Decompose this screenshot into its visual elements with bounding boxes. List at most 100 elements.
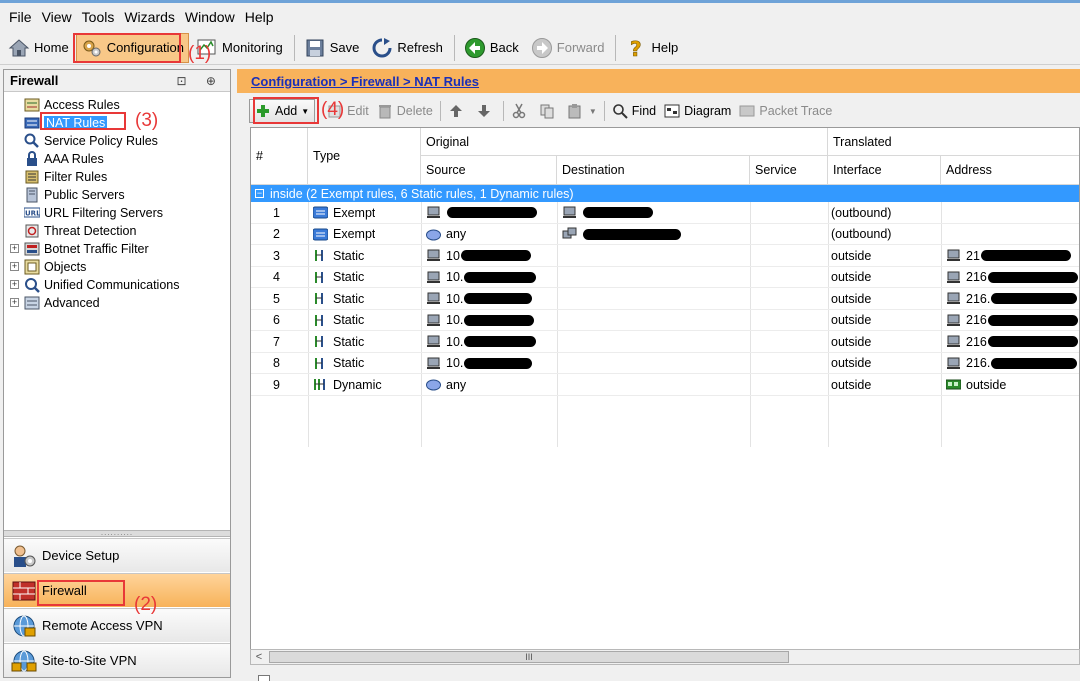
- breadcrumb[interactable]: Configuration > Firewall > NAT Rules: [251, 74, 479, 89]
- save-button[interactable]: Save: [299, 33, 365, 63]
- packet-trace-button[interactable]: Packet Trace: [735, 99, 836, 123]
- annotation-callout-4: (4): [321, 99, 345, 120]
- row-source: 10: [426, 245, 531, 266]
- scroll-thumb[interactable]: III: [269, 651, 789, 663]
- home-label: Home: [34, 40, 69, 55]
- static-nat-icon: [313, 313, 328, 328]
- tree-item-unified-communications[interactable]: Unified Communications: [24, 276, 179, 294]
- table-row[interactable]: 9 Dynamic any outside outside: [251, 374, 1079, 396]
- edit-label: Edit: [347, 104, 369, 118]
- table-row[interactable]: 5 Static 10. outside 216.: [251, 288, 1079, 310]
- annotation-callout-3: (3): [135, 110, 159, 131]
- redacted-text: [583, 228, 681, 240]
- aaa-rules-icon: [24, 151, 40, 167]
- find-button[interactable]: Find: [608, 99, 660, 123]
- tree-expand-botnet[interactable]: +: [10, 244, 19, 253]
- diagram-button[interactable]: Diagram: [660, 99, 735, 123]
- table-row[interactable]: 3 Static 10 outside 21: [251, 245, 1079, 267]
- redacted-text: [464, 314, 535, 326]
- table-row[interactable]: 1 Exempt (outbound): [251, 202, 1079, 224]
- menu-wizards[interactable]: Wizards: [119, 4, 180, 30]
- move-up-button[interactable]: [444, 99, 472, 123]
- copy-button[interactable]: [535, 99, 563, 123]
- refresh-icon: [371, 37, 393, 59]
- col-header-source[interactable]: Source: [421, 156, 557, 185]
- paste-icon: [567, 103, 583, 119]
- tree-item-aaa-rules[interactable]: AAA Rules: [24, 150, 104, 168]
- menu-file[interactable]: File: [4, 4, 37, 30]
- collapse-icon[interactable]: −: [255, 189, 264, 198]
- refresh-button[interactable]: Refresh: [366, 33, 448, 63]
- tree-item-service-policy-rules[interactable]: Service Policy Rules: [24, 132, 158, 150]
- move-down-button[interactable]: [472, 99, 500, 123]
- tree-item-public-servers[interactable]: Public Servers: [24, 186, 125, 204]
- nav-site-to-site-vpn[interactable]: Site-to-Site VPN: [4, 643, 230, 677]
- help-button[interactable]: ? Help: [620, 33, 683, 63]
- horizontal-scrollbar[interactable]: < III: [250, 649, 1080, 665]
- paste-button[interactable]: ▼: [563, 99, 601, 123]
- monitoring-label: Monitoring: [222, 40, 283, 55]
- panel-splitter[interactable]: ..........: [4, 529, 230, 537]
- row-type: Exempt: [313, 202, 375, 223]
- redacted-text: [464, 293, 533, 304]
- cut-button[interactable]: [507, 99, 535, 123]
- delete-button[interactable]: Delete: [373, 99, 437, 123]
- row-source: 10.: [426, 288, 533, 309]
- row-number: 7: [273, 334, 280, 349]
- row-type: Static: [313, 331, 364, 352]
- forward-button[interactable]: Forward: [526, 33, 610, 63]
- arrow-up-icon: [448, 103, 464, 119]
- col-header-number[interactable]: #: [251, 128, 308, 185]
- toolbar-separator: [502, 101, 504, 121]
- tree-item-botnet-traffic-filter[interactable]: Botnet Traffic Filter: [24, 240, 149, 258]
- tree-expand-unified-comm[interactable]: +: [10, 280, 19, 289]
- table-row[interactable]: 7 Static 10. outside 216: [251, 331, 1079, 353]
- menu-help[interactable]: Help: [240, 4, 279, 30]
- redacted-text: [980, 250, 1071, 261]
- tree-item-threat-detection[interactable]: Threat Detection: [24, 222, 136, 240]
- col-header-service[interactable]: Service: [750, 156, 828, 185]
- table-row[interactable]: 6 Static 10. outside 216: [251, 310, 1079, 331]
- table-row[interactable]: 4 Static 10. outside 216: [251, 267, 1079, 288]
- panel-window-controls[interactable]: ⊡ ⊕: [177, 74, 224, 88]
- tree-item-filter-rules[interactable]: Filter Rules: [24, 168, 107, 186]
- table-row[interactable]: 2 Exempt any (outbound): [251, 224, 1079, 245]
- help-label: Help: [651, 40, 679, 55]
- nav-remote-access-vpn[interactable]: Remote Access VPN: [4, 608, 230, 642]
- tree-expand-objects[interactable]: +: [10, 262, 19, 271]
- col-header-address[interactable]: Address: [941, 156, 1079, 185]
- tree-item-url-filtering-servers[interactable]: URL URL Filtering Servers: [24, 204, 163, 222]
- access-rules-icon: [24, 97, 40, 113]
- find-label: Find: [631, 104, 657, 118]
- col-header-destination[interactable]: Destination: [557, 156, 750, 185]
- refresh-label: Refresh: [397, 40, 443, 55]
- table-row[interactable]: 8 Static 10. outside 216.: [251, 353, 1079, 374]
- row-destination: [562, 202, 653, 223]
- col-header-type[interactable]: Type: [308, 128, 421, 185]
- magnifier-icon: [612, 103, 628, 119]
- col-header-interface[interactable]: Interface: [828, 156, 941, 185]
- back-button[interactable]: Back: [459, 33, 524, 63]
- nav-device-setup[interactable]: Device Setup: [4, 538, 230, 572]
- menu-view[interactable]: View: [37, 4, 77, 30]
- home-button[interactable]: Home: [3, 33, 74, 63]
- menu-tools[interactable]: Tools: [77, 4, 120, 30]
- group-row-inside[interactable]: − inside (2 Exempt rules, 6 Static rules…: [251, 185, 1079, 202]
- site-to-site-vpn-icon: [10, 647, 38, 675]
- nav-site-to-site-vpn-label: Site-to-Site VPN: [42, 653, 137, 668]
- network-host-icon: [562, 205, 577, 220]
- tree-item-advanced[interactable]: Advanced: [24, 294, 100, 312]
- row-source: 10.: [426, 267, 537, 288]
- advanced-icon: [24, 295, 40, 311]
- service-policy-icon: [24, 133, 40, 149]
- tree-item-objects[interactable]: Objects: [24, 258, 86, 276]
- menu-window[interactable]: Window: [180, 4, 240, 30]
- home-icon: [8, 37, 30, 59]
- scroll-left-icon[interactable]: <: [251, 650, 267, 664]
- tree-expand-advanced[interactable]: +: [10, 298, 19, 307]
- row-interface: (outbound): [831, 205, 892, 220]
- remote-access-vpn-icon: [10, 612, 38, 640]
- option-checkbox[interactable]: [258, 675, 270, 681]
- content-header: Configuration > Firewall > NAT Rules: [237, 69, 1080, 93]
- row-number: 4: [273, 270, 280, 284]
